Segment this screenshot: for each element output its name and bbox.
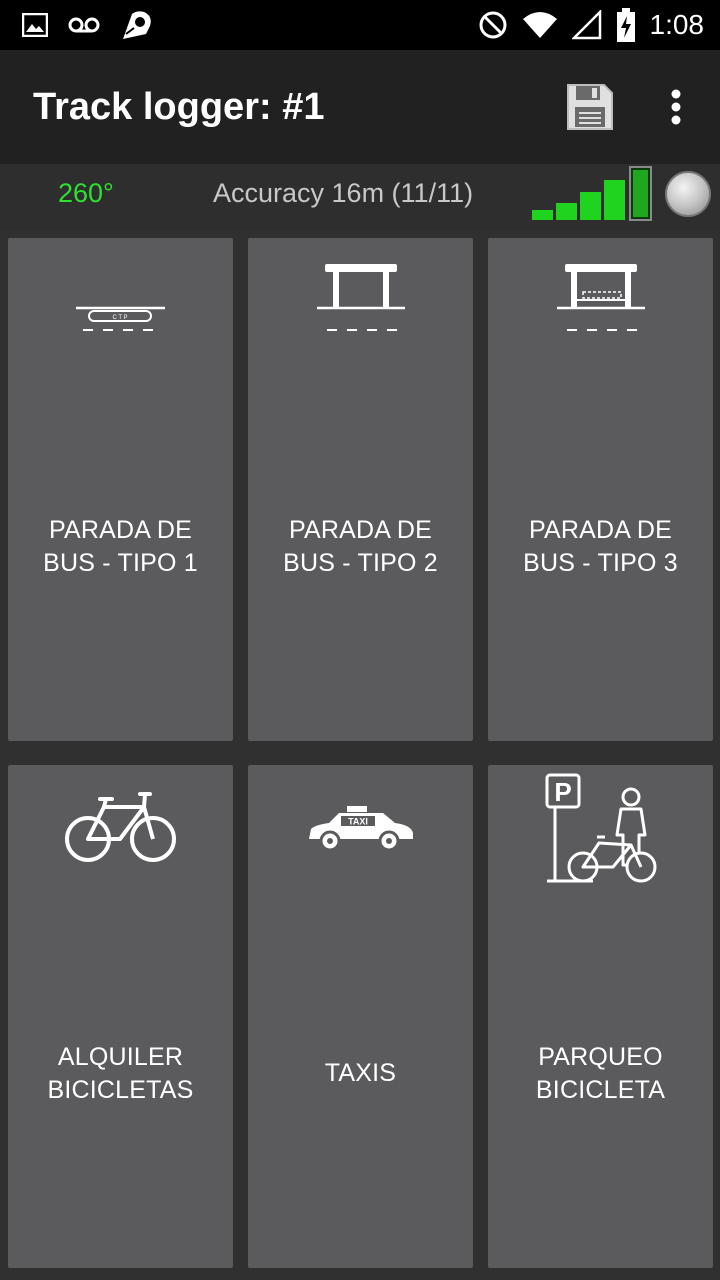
do-not-disturb-icon [479, 11, 506, 39]
bus-stop-type3-icon [556, 264, 645, 331]
status-bar: 1:08 [0, 0, 720, 50]
tile-taxis[interactable]: TAXI TAXIS [248, 765, 473, 1268]
accuracy-value: Accuracy 16m (11/11) [213, 178, 474, 208]
tile-bus-stop-type2[interactable]: PARADA DE BUS - TIPO 2 [248, 238, 473, 741]
cell-signal-icon [571, 10, 601, 40]
taxi-icon: TAXI [308, 806, 413, 852]
voicemail-icon [68, 17, 100, 33]
svg-text:C T P: C T P [112, 315, 127, 321]
app-notification-icon [123, 11, 151, 40]
svg-text:TAXI: TAXI [348, 817, 368, 827]
tile-label: PARADA DE BUS - TIPO 2 [283, 516, 438, 577]
battery-charging-icon [616, 8, 635, 42]
svg-text:P: P [554, 777, 571, 807]
more-vert-icon [671, 89, 681, 125]
tile-label: TAXIS [324, 1059, 397, 1087]
gps-signal-strength-icon [532, 166, 652, 221]
tile-label: PARADA DE BUS - TIPO 3 [523, 516, 678, 577]
bus-stop-type2-icon [316, 264, 405, 331]
more-options-button[interactable] [656, 77, 696, 137]
tile-label: PARADA DE BUS - TIPO 1 [43, 516, 198, 577]
save-button[interactable] [560, 77, 620, 137]
app-title: Track logger: #1 [33, 85, 325, 128]
save-icon [567, 84, 613, 130]
gps-status-indicator [665, 171, 711, 217]
heading-value: 260° [58, 178, 114, 208]
tile-bike-parking[interactable]: P PARQUEO BICICLETA [488, 765, 713, 1268]
app-bar: Track logger: #1 [0, 50, 720, 164]
tile-bus-stop-type1[interactable]: C T P PARADA DE BUS - TIPO 1 [8, 238, 233, 741]
image-icon [22, 13, 48, 37]
bus-stop-type1-icon: C T P [75, 306, 165, 331]
bicycle-icon [64, 792, 176, 862]
bicycle-parking-icon: P [545, 773, 656, 883]
status-time: 1:08 [649, 9, 705, 40]
tile-label: ALQUILER BICICLETAS [47, 1043, 194, 1104]
tile-label: PARQUEO BICICLETA [535, 1043, 666, 1104]
tile-bus-stop-type3[interactable]: PARADA DE BUS - TIPO 3 [488, 238, 713, 741]
tile-bike-rental[interactable]: ALQUILER BICICLETAS [8, 765, 233, 1268]
wifi-icon [522, 12, 557, 38]
